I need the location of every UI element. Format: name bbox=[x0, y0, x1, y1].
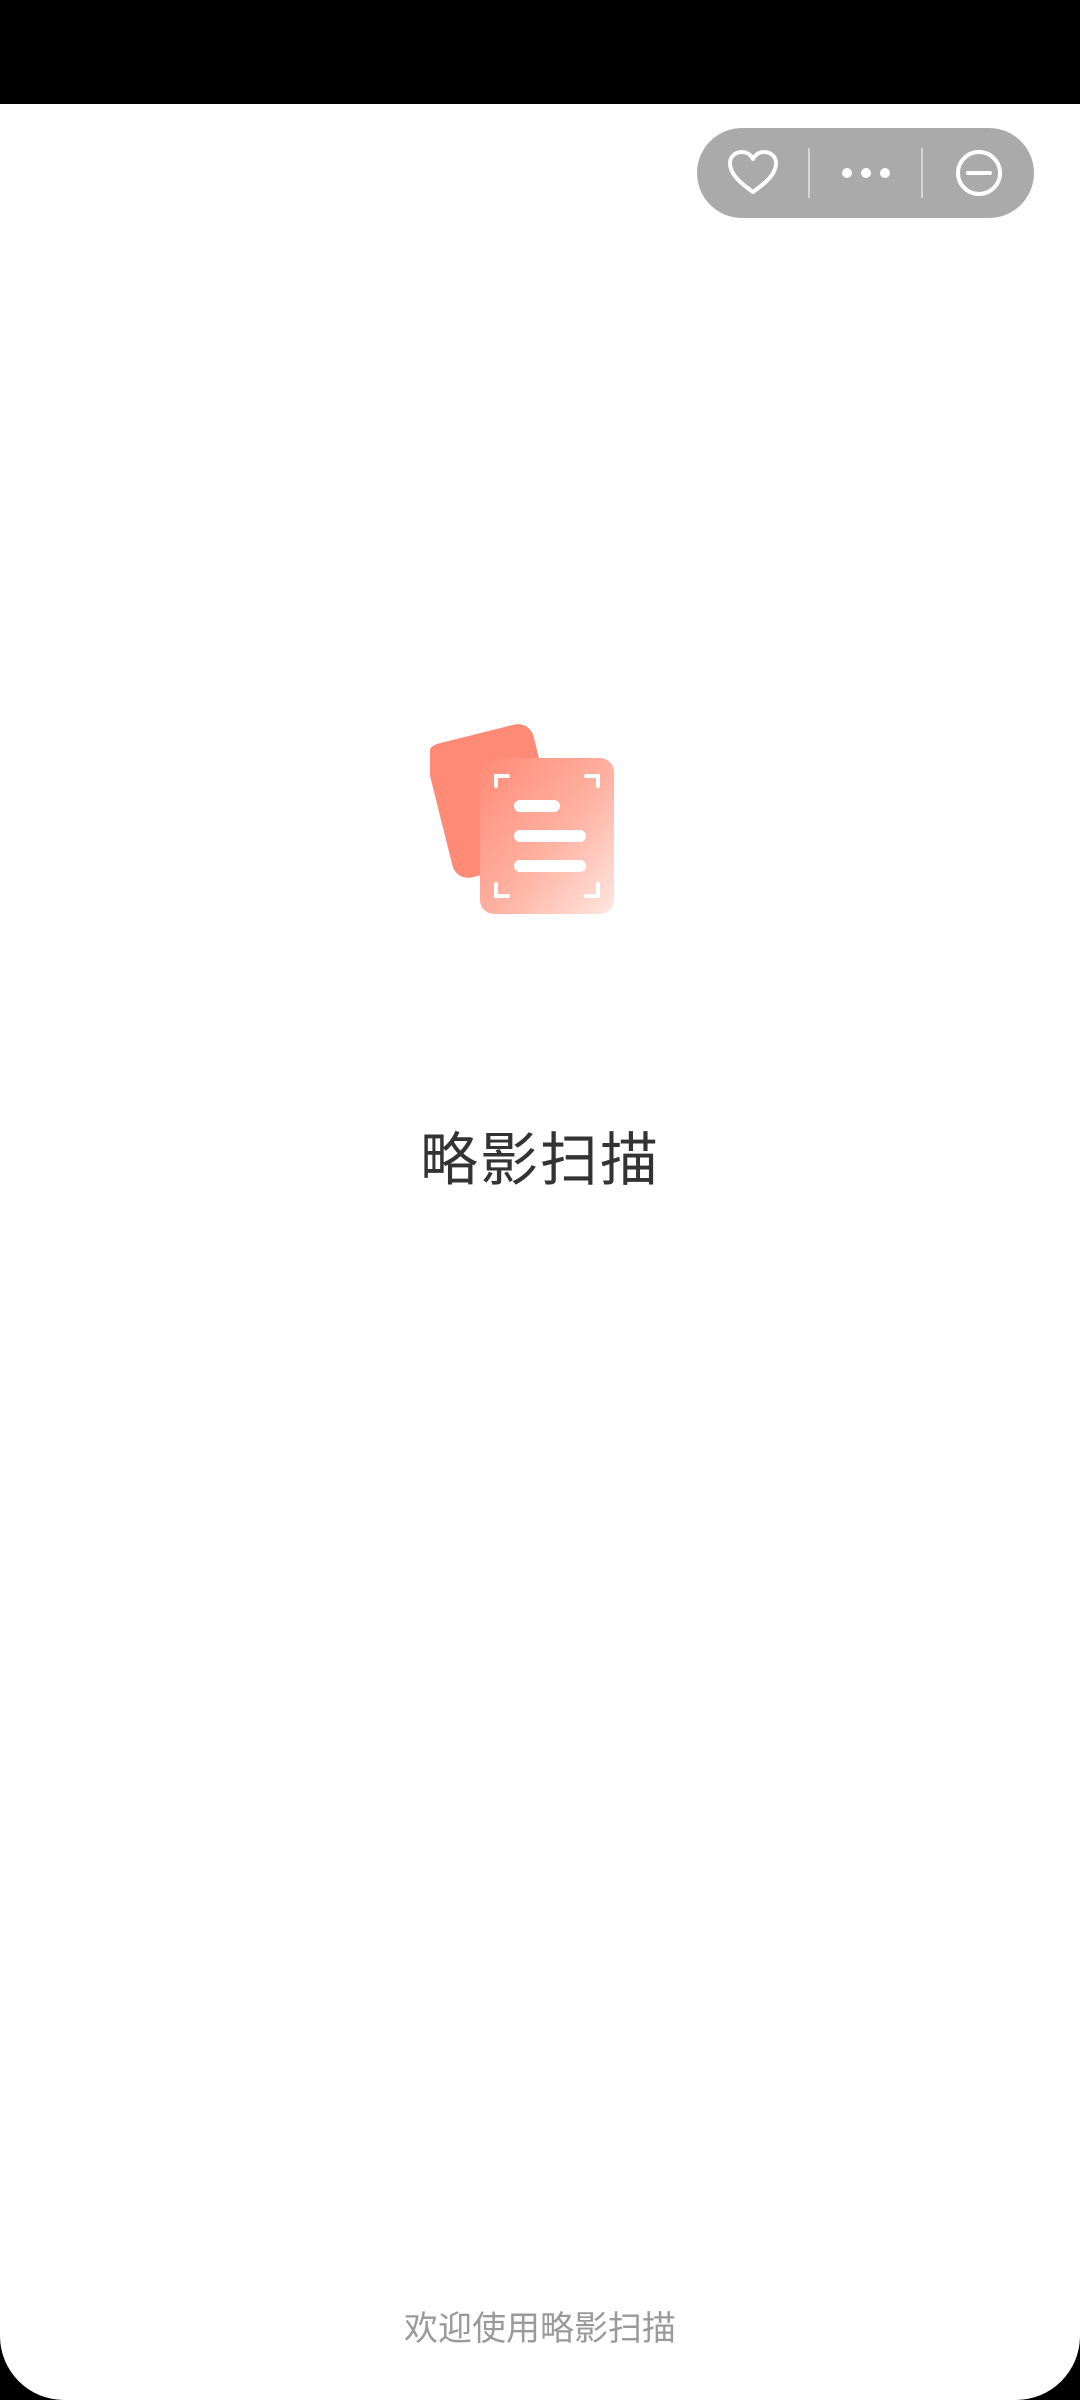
more-button[interactable] bbox=[810, 128, 921, 218]
favorite-button[interactable] bbox=[697, 128, 808, 218]
app-title: 略影扫描 bbox=[419, 1126, 660, 1194]
status-bar bbox=[0, 0, 1080, 104]
welcome-text: 欢迎使用略影扫描 bbox=[404, 2309, 676, 2349]
minus-circle-icon bbox=[955, 150, 1002, 196]
app-logo bbox=[430, 724, 614, 914]
close-button[interactable] bbox=[923, 128, 1034, 218]
splash-screen: 略影扫描 欢迎使用略影扫描 bbox=[0, 104, 1080, 2400]
mini-program-capsule bbox=[697, 128, 1034, 218]
more-dots-icon bbox=[841, 168, 890, 178]
heart-icon bbox=[727, 150, 778, 194]
